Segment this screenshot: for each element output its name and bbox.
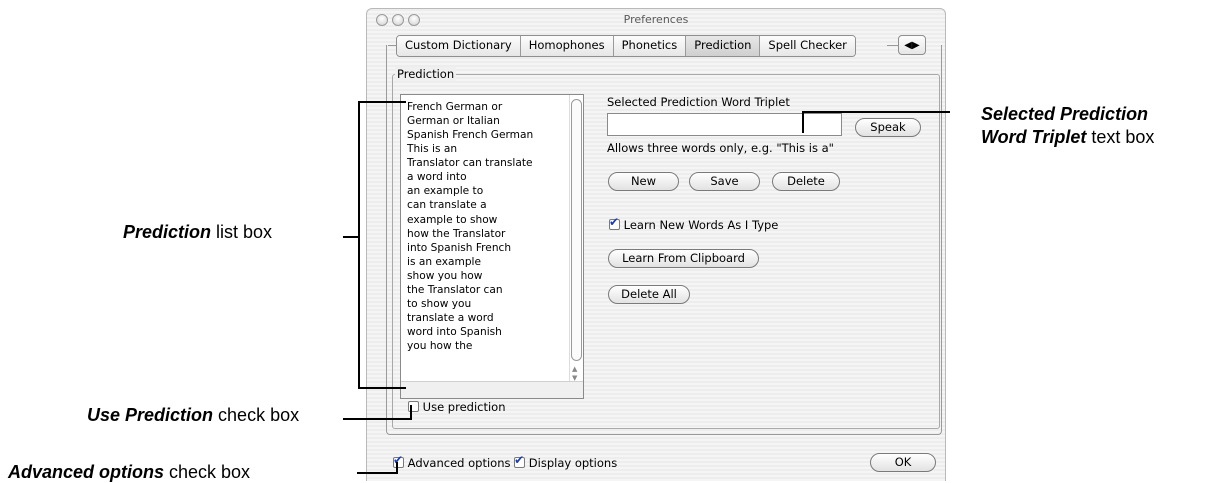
use-callout-line xyxy=(410,405,412,420)
list-annotation-suffix: list box xyxy=(211,222,273,242)
triplet-annotation-line1: Selected Prediction xyxy=(981,104,1148,125)
advanced-options-row[interactable]: Advanced options Display options xyxy=(393,453,618,470)
learn-new-words-label: Learn New Words As I Type xyxy=(623,218,779,232)
prediction-list-box[interactable]: French German or German or Italian Spani… xyxy=(400,94,584,399)
use-annotation-suffix: check box xyxy=(213,405,300,425)
list-item[interactable]: example to show xyxy=(407,213,533,227)
list-item[interactable]: a word into xyxy=(407,170,533,184)
adv-annotation: Advanced options check box xyxy=(8,462,250,483)
list-item[interactable]: you how the xyxy=(407,339,533,353)
list-item[interactable]: This is an xyxy=(407,142,533,156)
ok-button[interactable]: OK xyxy=(870,453,936,472)
triplet-callout-line xyxy=(802,111,950,113)
triplet-label: Selected Prediction Word Triplet xyxy=(607,95,790,109)
scroll-thumb[interactable] xyxy=(571,99,582,361)
advanced-options-label: Advanced options xyxy=(407,456,511,470)
list-item[interactable]: word into Spanish xyxy=(407,325,533,339)
triplet-annotation-bold: Word Triplet xyxy=(981,127,1087,147)
list-item[interactable]: Spanish French German xyxy=(407,128,533,142)
list-callout-line xyxy=(343,236,359,238)
list-item[interactable]: is an example xyxy=(407,255,533,269)
triplet-annotation-suffix: text box xyxy=(1086,127,1155,147)
list-item[interactable]: German or Italian xyxy=(407,114,533,128)
list-callout-bracket xyxy=(358,101,360,389)
triplet-annotation-line2: Word Triplet text box xyxy=(981,127,1154,148)
advanced-options-checkbox[interactable] xyxy=(393,453,404,468)
adv-callout-line xyxy=(357,472,397,474)
learn-new-words-checkbox[interactable] xyxy=(609,215,620,230)
title-bar: Preferences xyxy=(367,9,945,31)
learn-from-clipboard-button[interactable]: Learn From Clipboard xyxy=(608,249,759,268)
delete-all-button[interactable]: Delete All xyxy=(608,285,690,304)
list-item[interactable]: an example to xyxy=(407,184,533,198)
list-item[interactable]: Translator can translate xyxy=(407,156,533,170)
list-item[interactable]: can translate a xyxy=(407,198,533,212)
list-item[interactable]: French German or xyxy=(407,100,533,114)
adv-annotation-bold: Advanced options xyxy=(8,462,165,482)
save-button[interactable]: Save xyxy=(689,172,760,191)
adv-callout-line xyxy=(396,462,398,474)
list-footer xyxy=(401,381,583,398)
display-options-label: Display options xyxy=(528,456,618,470)
triplet-text-box[interactable] xyxy=(607,113,842,136)
triplet-hint: Allows three words only, e.g. "This is a… xyxy=(607,141,834,155)
use-callout-line xyxy=(343,418,411,420)
adv-annotation-suffix: check box xyxy=(164,462,251,482)
list-callout-bracket xyxy=(358,387,406,389)
use-prediction-label: Use prediction xyxy=(422,400,506,414)
triplet-annotation-bold: Selected Prediction xyxy=(981,104,1149,124)
triplet-callout-line xyxy=(802,111,804,133)
list-item[interactable]: the Translator can xyxy=(407,283,533,297)
scroll-up-arrow-icon[interactable]: ▲ xyxy=(572,365,577,373)
list-annotation: Prediction list box xyxy=(123,222,272,243)
delete-button[interactable]: Delete xyxy=(772,172,840,191)
use-annotation-bold: Use Prediction xyxy=(87,405,214,425)
use-annotation: Use Prediction check box xyxy=(87,405,299,426)
list-item[interactable]: how the Translator xyxy=(407,227,533,241)
list-callout-bracket xyxy=(358,101,406,103)
preferences-window: Preferences Custom Dictionary Homophones… xyxy=(366,8,946,481)
list-item[interactable]: translate a word xyxy=(407,311,533,325)
list-item[interactable]: show you how xyxy=(407,269,533,283)
list-scrollbar[interactable]: ▲ ▼ xyxy=(569,95,583,398)
list-item[interactable]: into Spanish French xyxy=(407,241,533,255)
group-title: Prediction xyxy=(395,67,457,81)
new-button[interactable]: New xyxy=(608,172,679,191)
list-annotation-bold: Prediction xyxy=(123,222,212,242)
display-options-checkbox[interactable] xyxy=(514,453,526,468)
use-prediction-checkbox-row[interactable]: Use prediction xyxy=(408,400,506,414)
learn-new-words-row[interactable]: Learn New Words As I Type xyxy=(609,215,779,232)
window-title: Preferences xyxy=(623,13,689,26)
speak-button[interactable]: Speak xyxy=(855,118,921,137)
list-item[interactable]: to show you xyxy=(407,297,533,311)
